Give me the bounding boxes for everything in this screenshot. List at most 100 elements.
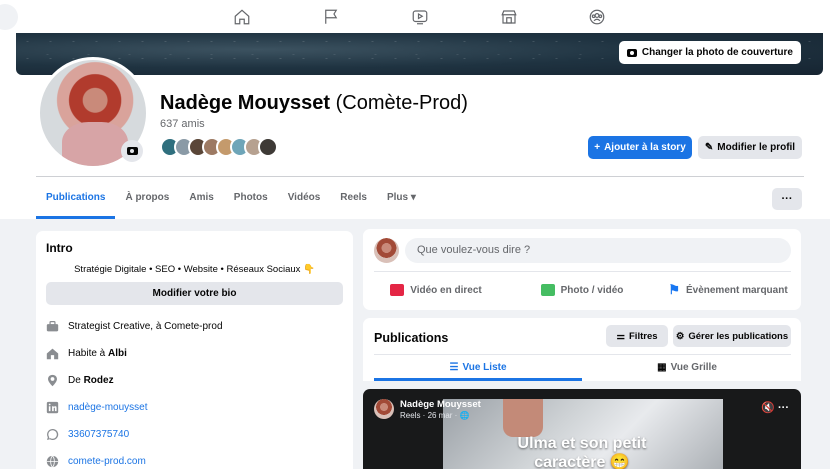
filters-button[interactable]: ⚌ Filtres [606,325,668,347]
globe-icon [46,455,59,468]
avatar-camera-button[interactable] [121,140,143,162]
manage-posts-button[interactable]: ⚙ Gérer les publications [673,325,791,347]
tab-friends[interactable]: Amis [179,186,223,219]
tab-more[interactable]: Plus ▾ [377,186,426,219]
grid-view-tab[interactable]: ▦ Vue Grille [583,354,791,381]
publications-title: Publications [374,331,449,345]
work-text: Strategist Creative, à Comete-prod [68,321,223,332]
camera-icon [626,48,637,57]
list-icon: ☰ [449,362,459,373]
reel-author-name[interactable]: Nadège Mouysset [400,399,481,410]
lives-text: Habite à Albi [68,348,127,359]
post-composer: Que voulez-vous dire ? Vidéo en direct P… [363,229,801,310]
from-text: De Rodez [68,375,114,386]
reel-controls[interactable]: 🔇 ··· [761,401,789,414]
bio-text: Stratégie Digitale • SEO • Website • Rés… [46,264,343,275]
change-cover-button[interactable]: Changer la photo de couverture [618,41,801,64]
reel-meta: Reels · 26 mar · 🌐 [400,411,470,420]
friends-count[interactable]: 637 amis [160,118,205,130]
filters-label: Filtres [629,330,658,342]
briefcase-icon [46,320,59,333]
change-cover-label: Changer la photo de couverture [641,47,793,58]
top-navigation [0,0,830,33]
edit-profile-button[interactable]: ✎ Modifier le profil [698,136,802,159]
life-event-button[interactable]: ⚑ Évènement marquant [655,276,801,304]
composer-input[interactable]: Que voulez-vous dire ? [405,238,791,263]
lives-prefix: Habite à [68,348,109,359]
location-pin-icon [46,374,59,387]
reel-caption-line2: caractère 😁 [534,454,630,469]
grid-icon: ▦ [657,362,667,373]
video-icon[interactable] [409,6,431,28]
nav-left-button[interactable] [0,4,18,30]
plus-icon: + [594,142,601,153]
tab-about[interactable]: À propos [115,186,179,219]
intro-work-row: Strategist Creative, à Comete-prod [46,313,343,340]
list-view-label: Vue Liste [462,362,507,373]
lives-city[interactable]: Albi [108,348,127,359]
intro-website-row: comete-prod.com [46,448,343,469]
reel-caption-line1: Ulma et son petit [517,435,647,452]
linkedin-link[interactable]: nadège-mouysset [68,402,148,413]
pointing-hand-icon: 👇 [303,264,315,275]
intro-details: Strategist Creative, à Comete-prod Habit… [46,313,343,469]
reel-post[interactable]: Nadège Mouysset Reels · 26 mar · 🌐 Ulma … [363,389,801,469]
house-icon [46,347,59,360]
tab-videos[interactable]: Vidéos [278,186,331,219]
groups-icon[interactable] [586,6,608,28]
friend-avatars [160,137,278,157]
cover-photo[interactable]: Changer la photo de couverture [16,33,823,75]
intro-card: Intro Stratégie Digitale • SEO • Website… [36,231,353,469]
flag-icon: ⚑ [668,282,680,297]
intro-lives-row: Habite à Albi [46,340,343,367]
intro-from-row: De Rodez [46,367,343,394]
home-icon[interactable] [231,6,253,28]
tab-publications[interactable]: Publications [36,186,116,219]
photo-icon [540,284,555,296]
add-story-label: Ajouter à la story [604,142,686,153]
edit-bio-button[interactable]: Modifier votre bio [46,282,343,305]
live-video-button[interactable]: Vidéo en direct [363,276,509,304]
photo-video-label: Photo / vidéo [560,284,624,296]
composer-divider [374,271,791,272]
from-city[interactable]: Rodez [84,375,114,386]
reel-author-avatar[interactable] [374,399,394,419]
composer-avatar[interactable] [374,238,399,263]
website-link[interactable]: comete-prod.com [68,456,146,467]
header-divider [36,176,804,177]
add-story-button[interactable]: + Ajouter à la story [588,136,692,159]
sliders-icon: ⚌ [616,330,625,342]
edit-profile-label: Modifier le profil [717,142,796,153]
from-prefix: De [68,375,84,386]
more-options-button[interactable]: ··· [772,188,802,210]
intro-title: Intro [46,241,73,255]
linkedin-icon [46,401,59,414]
manage-posts-label: Gérer les publications [688,330,789,342]
pencil-icon: ✎ [704,142,714,153]
whatsapp-icon [46,428,59,441]
marketplace-icon[interactable] [498,6,520,28]
tab-photos[interactable]: Photos [224,186,278,219]
life-event-label: Évènement marquant [685,284,788,296]
reel-caption: Ulma et son petit caractère 😁 [363,434,801,469]
whatsapp-link[interactable]: 33607375740 [68,429,129,440]
intro-linkedin-row: nadège-mouysset [46,394,343,421]
profile-name-main: Nadège Mouysset [160,92,331,114]
intro-whatsapp-row: 33607375740 [46,421,343,448]
gear-icon: ⚙ [675,330,685,342]
friend-avatar[interactable] [258,137,278,157]
camera-icon [126,147,138,155]
profile-name: Nadège Mouysset (Comète-Prod) [160,92,468,115]
flag-icon[interactable] [320,6,342,28]
grid-view-label: Vue Grille [670,362,717,373]
tab-reels[interactable]: Reels [330,186,377,219]
list-view-tab[interactable]: ☰ Vue Liste [374,354,582,381]
live-video-icon [390,284,405,296]
publications-card: Publications ⚌ Filtres ⚙ Gérer les publi… [363,318,801,381]
profile-name-alt: (Comète-Prod) [335,92,468,114]
profile-tabs: Publications À propos Amis Photos Vidéos… [36,186,426,219]
composer-actions: Vidéo en direct Photo / vidéo ⚑ Évènemen… [363,276,801,304]
live-video-label: Vidéo en direct [410,284,482,296]
bio-text-content: Stratégie Digitale • SEO • Website • Rés… [74,264,301,275]
photo-video-button[interactable]: Photo / vidéo [509,276,655,304]
